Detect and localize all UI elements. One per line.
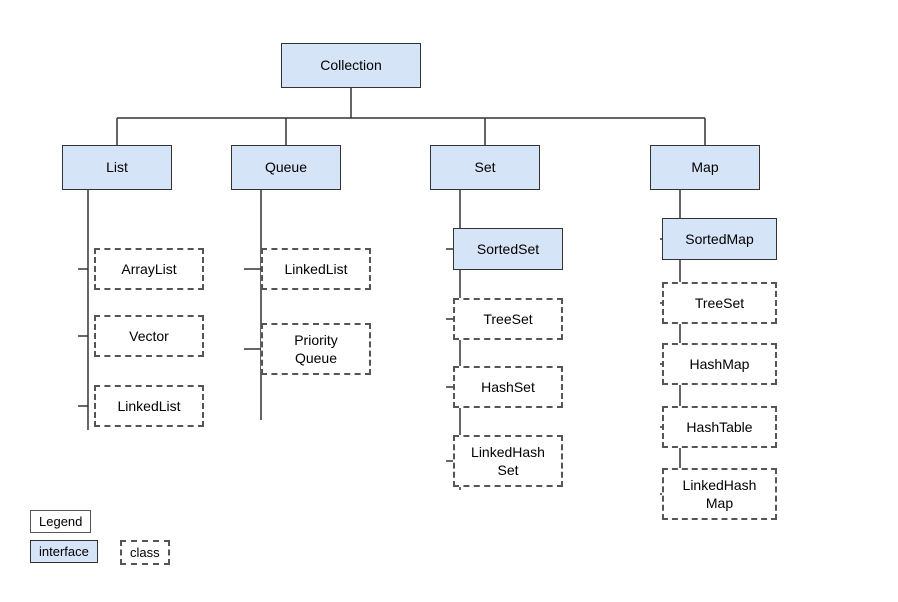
treeset-node: TreeSet (453, 298, 563, 340)
sortedmap-node: SortedMap (662, 218, 777, 260)
priority-queue-node: Priority Queue (261, 323, 371, 375)
treeset-map-node: TreeSet (662, 282, 777, 324)
legend-class: class (120, 540, 170, 565)
map-node: Map (650, 145, 760, 190)
vector-node: Vector (94, 315, 204, 357)
linkedhashmap-node: LinkedHash Map (662, 468, 777, 520)
sortedset-node: SortedSet (453, 228, 563, 270)
linkedhashset-node: LinkedHash Set (453, 435, 563, 487)
diagram: Collection List Queue Set Map ArrayList … (0, 0, 898, 602)
hashtable-node: HashTable (662, 406, 777, 448)
linkedlist-list-node: LinkedList (94, 385, 204, 427)
queue-node: Queue (231, 145, 341, 190)
legend-interface: interface (30, 540, 98, 563)
hashmap-node: HashMap (662, 343, 777, 385)
legend-box: Legend (30, 510, 91, 533)
list-node: List (62, 145, 172, 190)
set-node: Set (430, 145, 540, 190)
collection-node: Collection (281, 43, 421, 88)
arraylist-node: ArrayList (94, 248, 204, 290)
hashset-node: HashSet (453, 366, 563, 408)
linkedlist-queue-node: LinkedList (261, 248, 371, 290)
